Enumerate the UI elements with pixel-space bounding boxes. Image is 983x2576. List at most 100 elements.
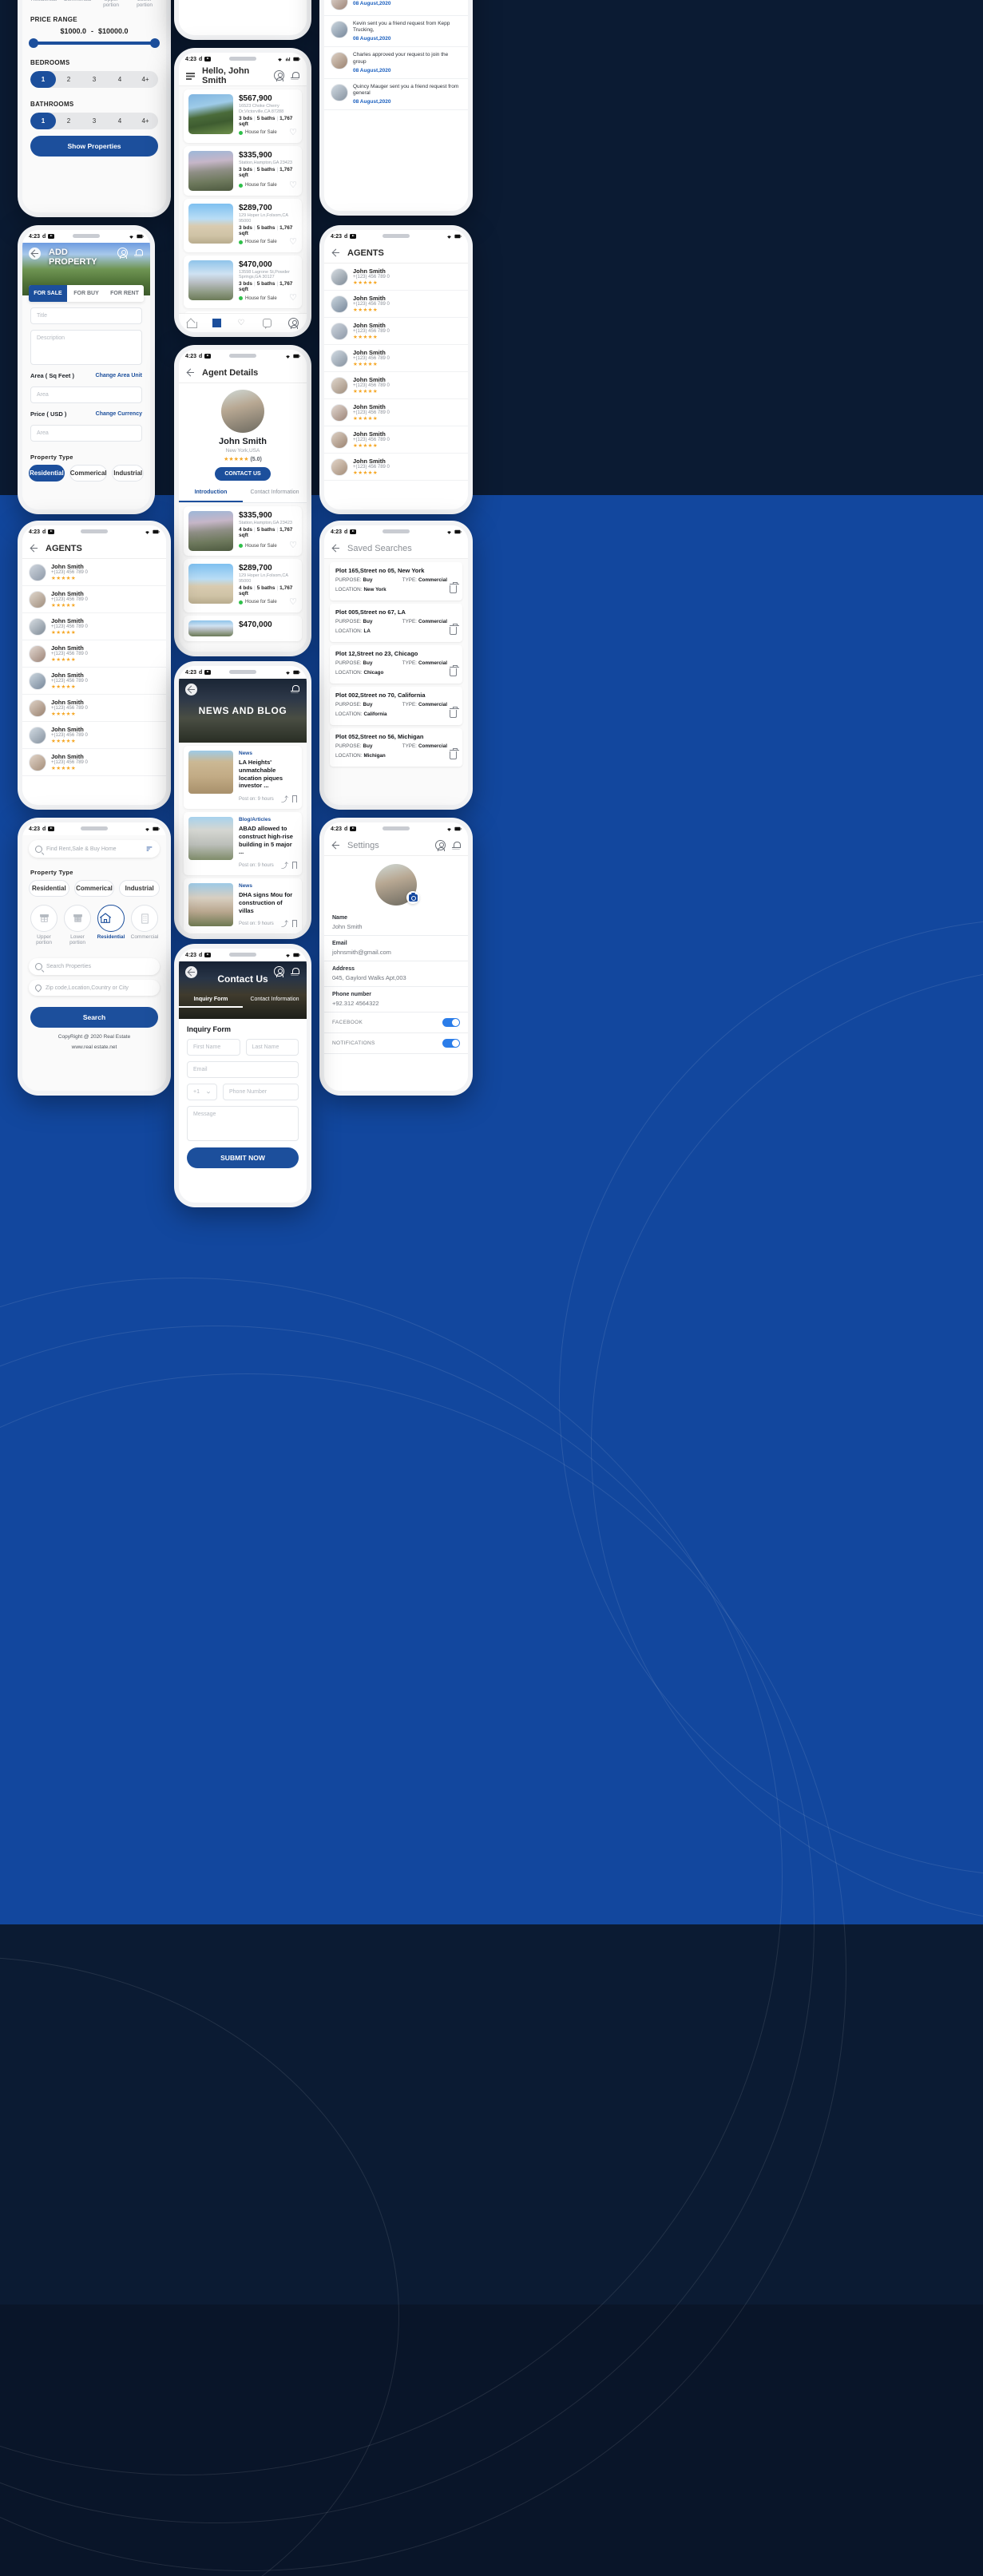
chip-industrial[interactable]: Industrial: [112, 465, 144, 482]
chip-commercial[interactable]: Commerical: [69, 465, 108, 482]
agent-row[interactable]: John Smith +(123) 456 789 0 ★★★★★: [22, 749, 166, 776]
share-icon[interactable]: ⤴: [281, 860, 288, 870]
property-card[interactable]: $567,900 16523 Choke Cherry Dr,Victorvil…: [184, 89, 302, 143]
nav-home-icon[interactable]: [187, 319, 198, 328]
back-icon[interactable]: [185, 367, 196, 378]
notification-item[interactable]: Quincy Mauger sent you a friend request …: [324, 78, 468, 111]
tab-introduction[interactable]: Introduction: [179, 484, 243, 502]
favorite-icon[interactable]: ♡: [289, 237, 297, 248]
profile-icon[interactable]: [274, 966, 284, 977]
bell-icon[interactable]: [290, 966, 300, 977]
share-icon[interactable]: ⤴: [281, 794, 288, 804]
price-range-slider[interactable]: [29, 38, 160, 48]
first-name-input[interactable]: First Name: [187, 1039, 240, 1056]
facebook-toggle[interactable]: [442, 1018, 460, 1027]
slider-knob-max[interactable]: [150, 38, 160, 48]
delete-icon[interactable]: [449, 707, 459, 718]
category-lower-portion[interactable]: Lower portion: [62, 905, 93, 945]
bathrooms-option-1[interactable]: 1: [30, 113, 56, 129]
chip-industrial[interactable]: Industrial: [119, 880, 161, 897]
show-properties-button[interactable]: Show Properties: [30, 136, 158, 157]
back-icon[interactable]: [331, 543, 341, 553]
agent-row[interactable]: John Smith +(123) 456 789 0 ★★★★★: [324, 318, 468, 345]
delete-icon[interactable]: [449, 748, 459, 759]
find-home-search[interactable]: Find Rent,Sale & Buy Home: [29, 840, 160, 858]
category-commercial[interactable]: Commercial: [62, 0, 93, 8]
agents-list[interactable]: John Smith +(123) 456 789 0 ★★★★★ John Smi…: [324, 264, 468, 509]
agent-row[interactable]: John Smith +(123) 456 789 0 ★★★★★: [22, 559, 166, 586]
bedrooms-option-4plus[interactable]: 4+: [133, 71, 158, 88]
category-residential[interactable]: Residential: [29, 0, 60, 8]
bookmark-icon[interactable]: [292, 862, 297, 869]
price-input[interactable]: Area: [30, 425, 142, 442]
news-body[interactable]: NEWS AND BLOG News LA Heights' unmatchab…: [179, 679, 307, 934]
message-input[interactable]: Message: [187, 1106, 299, 1141]
notification-item[interactable]: Charles approved your request to join th…: [324, 47, 468, 79]
agent-row[interactable]: John Smith +(123) 456 789 0 ★★★★★: [324, 345, 468, 372]
tab-for-buy[interactable]: FOR BUY: [67, 285, 105, 302]
category-upper-portion[interactable]: Upper portion: [96, 0, 127, 8]
news-item[interactable]: News DHA signs Mou for construction of v…: [184, 878, 302, 934]
agent-row[interactable]: John Smith +(123) 456 789 0 ★★★★★: [22, 640, 166, 668]
agent-listing[interactable]: $335,900 Station,Hampton,GA 23423 4 bds |…: [184, 506, 302, 556]
notification-item[interactable]: Ayaz sent you a friend request 08 August…: [324, 0, 468, 16]
favorite-icon[interactable]: ♡: [289, 541, 297, 551]
back-icon[interactable]: [29, 543, 39, 553]
favorite-icon[interactable]: ♡: [289, 180, 297, 191]
search-input[interactable]: Find Rent,Sale & Buy Home: [46, 846, 141, 852]
notification-item[interactable]: Kevin sent you a friend request from Kep…: [324, 15, 468, 48]
settings-address-field[interactable]: Address 045, Gaylord Walks Apt,003: [324, 961, 468, 987]
agent-listing[interactable]: $470,000: [184, 615, 302, 641]
back-icon[interactable]: [331, 248, 341, 258]
bell-icon[interactable]: [133, 248, 144, 258]
favorite-icon[interactable]: ♡: [289, 293, 297, 303]
submit-now-button[interactable]: SUBMIT NOW: [187, 1147, 299, 1168]
menu-icon[interactable]: [185, 70, 196, 81]
news-item[interactable]: Blog/Articles ABAD allowed to construct …: [184, 812, 302, 875]
bedrooms-option-2[interactable]: 2: [56, 71, 81, 88]
change-area-unit-link[interactable]: Change Area Unit: [96, 373, 142, 378]
search-button[interactable]: Search: [30, 1007, 158, 1028]
saved-searches-list[interactable]: Plot 165,Street no 05, New York PURPOSE:…: [324, 559, 468, 805]
website-link[interactable]: www.real estate.net: [22, 1044, 166, 1050]
tab-inquiry-form[interactable]: Inquiry Form: [179, 993, 243, 1008]
saved-search-item[interactable]: Plot 005,Street no 67, LA PURPOSE: Buy TYP…: [330, 604, 462, 642]
bookmark-icon[interactable]: [292, 920, 297, 928]
change-currency-link[interactable]: Change Currency: [96, 411, 142, 417]
agent-row[interactable]: John Smith +(123) 456 789 0 ★★★★★: [324, 399, 468, 426]
agent-row[interactable]: John Smith +(123) 456 789 0 ★★★★★: [22, 722, 166, 749]
phone-number-input[interactable]: Phone Number: [223, 1084, 299, 1100]
back-button[interactable]: [29, 248, 41, 260]
notification-list[interactable]: Charles approved your request to join th…: [324, 0, 468, 211]
chip-commercial[interactable]: Commerical: [73, 880, 115, 897]
nav-heart-icon[interactable]: ♡: [237, 319, 246, 327]
agent-row[interactable]: John Smith +(123) 456 789 0 ★★★★★: [324, 372, 468, 399]
chip-residential[interactable]: Residential: [29, 465, 65, 482]
back-icon[interactable]: [331, 840, 341, 850]
agent-details-body[interactable]: John Smith New York,USA ★★★★★ (5.0) CONT…: [179, 383, 307, 652]
location-field[interactable]: Zip code,Location,Country or City: [29, 980, 160, 996]
category-lower-portion[interactable]: Lower portion: [129, 0, 161, 8]
facebook-toggle-row[interactable]: FACEBOOK: [324, 1013, 468, 1033]
saved-search-item[interactable]: Plot 052,Street no 56, Michigan PURPOSE:…: [330, 728, 462, 767]
nav-profile-icon[interactable]: [287, 318, 299, 329]
change-photo-button[interactable]: [406, 891, 419, 904]
settings-email-field[interactable]: Email johnsmith@gmail.com: [324, 936, 468, 961]
bedrooms-option-4[interactable]: 4: [107, 71, 133, 88]
bookmark-icon[interactable]: [292, 795, 297, 803]
property-card[interactable]: $289,700 129 Hoper Ln,Folsom,CA 95000 3 …: [184, 198, 302, 252]
agent-row[interactable]: John Smith +(123) 456 789 0 ★★★★★: [22, 668, 166, 695]
category-upper-portion[interactable]: Upper portion: [29, 905, 60, 945]
agent-row[interactable]: John Smith +(123) 456 789 0 ★★★★★: [22, 613, 166, 640]
nav-building-icon[interactable]: [212, 319, 221, 327]
email-input[interactable]: Email: [187, 1061, 299, 1078]
delete-icon[interactable]: [449, 624, 459, 635]
agent-row[interactable]: John Smith +(123) 456 789 0 ★★★★★: [324, 426, 468, 454]
saved-search-item[interactable]: Plot 12,Street no 23, Chicago PURPOSE: Bu…: [330, 645, 462, 684]
property-card[interactable]: $470,000 13598 Lagrone St,Powder Springs…: [184, 255, 302, 309]
delete-icon[interactable]: [449, 582, 459, 593]
bathrooms-option-4[interactable]: 4: [107, 113, 133, 129]
search-properties-input[interactable]: Search Properties: [46, 964, 153, 969]
tab-for-rent[interactable]: FOR RENT: [105, 285, 144, 302]
property-card[interactable]: $335,900 Station,Hampton,GA 23423 3 bds |…: [184, 145, 302, 196]
